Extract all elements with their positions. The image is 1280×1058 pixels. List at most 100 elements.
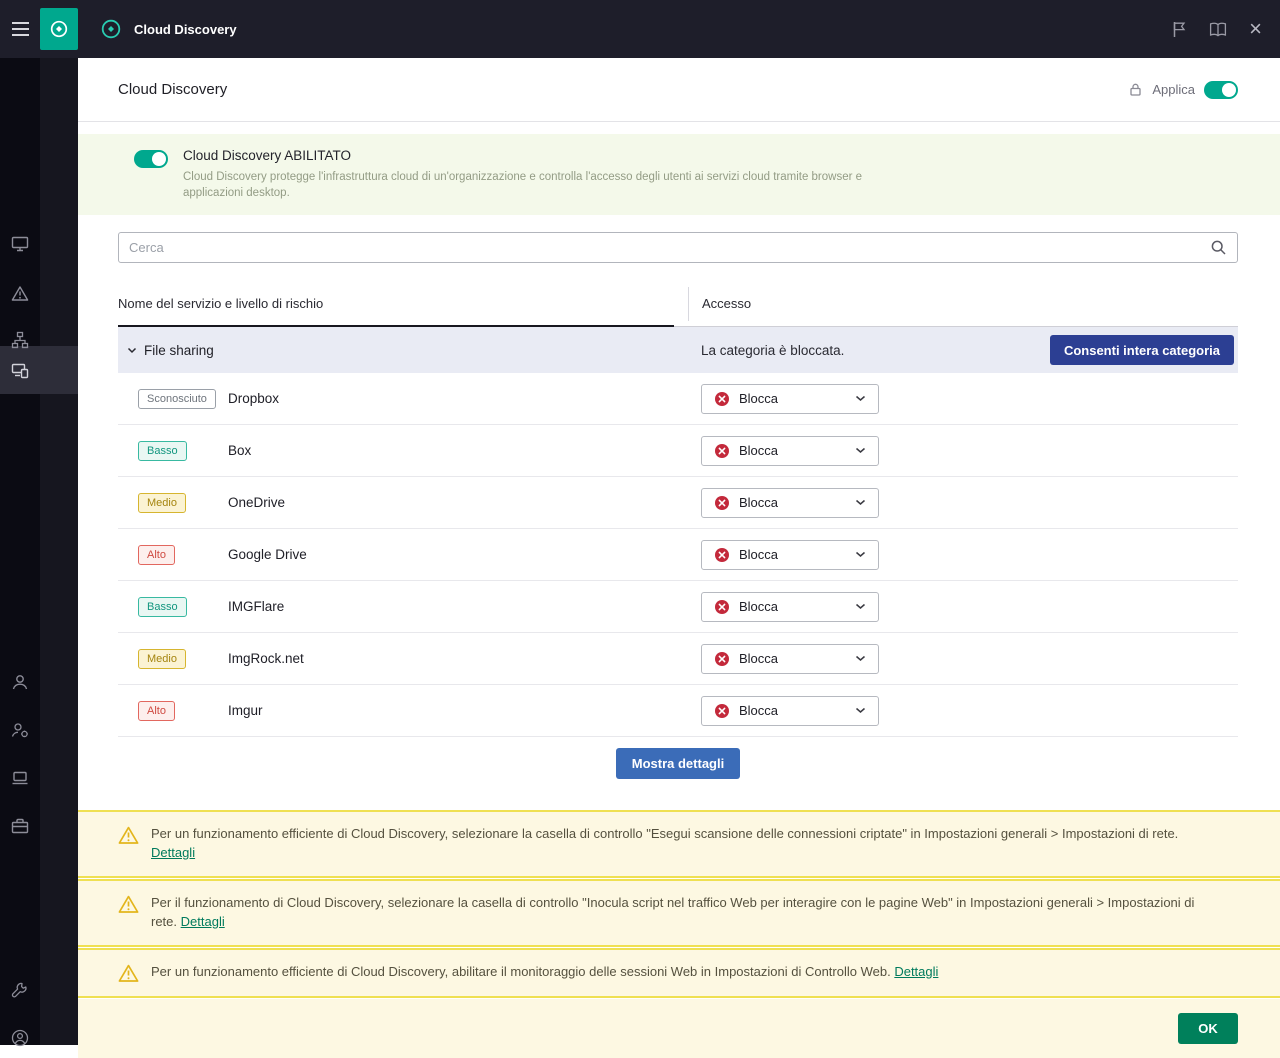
monitor-icon <box>11 236 29 252</box>
service-name: Google Drive <box>228 547 307 563</box>
sidebar-item-device-management[interactable] <box>0 758 40 798</box>
table-row: Medio OneDrive Blocca <box>118 477 1238 530</box>
access-select[interactable]: Blocca <box>701 591 879 622</box>
wrench-icon <box>11 982 27 998</box>
kaspersky-logo-icon <box>50 20 68 38</box>
sidebar-item-users[interactable] <box>0 662 40 702</box>
table-row: Medio ImgRock.net Blocca <box>118 633 1238 686</box>
sidebar <box>0 58 78 1047</box>
main-panel: Cloud Discovery Applica Cloud Discovery … <box>78 58 1280 1058</box>
block-icon <box>715 443 729 458</box>
access-value: Blocca <box>739 391 779 407</box>
help-book-icon[interactable] <box>1209 22 1227 37</box>
table-row: Sconosciuto Dropbox Blocca <box>118 373 1238 426</box>
access-select[interactable]: Blocca <box>701 695 879 726</box>
category-row: File sharing La categoria è bloccata. Co… <box>118 327 1238 374</box>
warning-banner: Per un funzionamento efficiente di Cloud… <box>78 947 1280 998</box>
access-value: Blocca <box>739 547 779 563</box>
details-link[interactable]: Dettagli <box>151 845 195 860</box>
allow-category-button[interactable]: Consenti intera categoria <box>1049 335 1234 366</box>
chevron-down-icon <box>856 604 865 610</box>
risk-badge: Basso <box>138 440 187 461</box>
table-row: Alto Google Drive Blocca <box>118 529 1238 582</box>
details-row: Mostra dettagli <box>118 737 1238 789</box>
search-icon[interactable] <box>1210 239 1227 256</box>
access-value: Blocca <box>739 703 779 719</box>
service-name: Imgur <box>228 703 263 719</box>
menu-icon[interactable] <box>0 0 40 58</box>
chevron-down-icon <box>856 708 865 714</box>
close-icon[interactable]: × <box>1249 18 1262 40</box>
service-name: Dropbox <box>228 391 280 407</box>
risk-badge: Alto <box>138 700 175 721</box>
table-header: Nome del servizio e livello di rischio A… <box>118 281 1238 328</box>
access-select[interactable]: Blocca <box>701 539 879 570</box>
apply-toggle[interactable] <box>1204 80 1238 99</box>
risk-badge: Basso <box>138 596 187 617</box>
warnings-section: Per un funzionamento efficiente di Cloud… <box>78 810 1280 998</box>
sidebar-item-devices[interactable] <box>0 350 40 390</box>
block-icon <box>715 703 729 718</box>
service-name: Box <box>228 443 252 459</box>
chevron-down-icon <box>856 396 865 402</box>
block-icon <box>715 651 729 666</box>
category-status: La categoria è bloccata. <box>701 342 845 358</box>
service-name: ImgRock.net <box>228 651 304 667</box>
details-link[interactable]: Dettagli <box>181 914 225 929</box>
details-link[interactable]: Dettagli <box>894 964 938 979</box>
warning-icon <box>118 826 139 845</box>
show-details-button[interactable]: Mostra dettagli <box>615 747 741 779</box>
column-header-access[interactable]: Accesso <box>688 286 1238 321</box>
sidebar-item-licenses[interactable] <box>0 806 40 846</box>
warning-text: Per il funzionamento di Cloud Discovery,… <box>151 894 1195 929</box>
column-header-service[interactable]: Nome del servizio e livello di rischio <box>118 281 688 328</box>
access-select[interactable]: Blocca <box>701 643 879 674</box>
service-name: IMGFlare <box>228 599 285 615</box>
chevron-down-icon <box>856 656 865 662</box>
sidebar-item-alerts[interactable] <box>0 274 40 314</box>
warning-banner: Per un funzionamento efficiente di Cloud… <box>78 810 1280 878</box>
feedback-flag-icon[interactable] <box>1172 21 1187 38</box>
chevron-down-icon <box>856 448 865 454</box>
risk-badge: Medio <box>138 648 186 669</box>
sidebar-item-settings[interactable] <box>0 970 40 1010</box>
devices-icon <box>11 363 29 379</box>
lock-icon <box>1130 83 1142 96</box>
table-row: Basso IMGFlare Blocca <box>118 581 1238 634</box>
access-value: Blocca <box>739 495 779 511</box>
apply-label: Applica <box>1152 82 1195 97</box>
block-icon <box>715 547 729 562</box>
banner-description: Cloud Discovery protegge l'infrastruttur… <box>183 171 863 200</box>
window-logo-icon <box>100 18 122 40</box>
category-toggle[interactable]: File sharing <box>118 343 688 358</box>
chevron-down-icon <box>856 500 865 506</box>
tree-icon <box>11 331 29 349</box>
search-bar <box>118 232 1238 264</box>
cloud-discovery-toggle[interactable] <box>134 150 168 168</box>
category-name: File sharing <box>144 342 214 358</box>
access-value: Blocca <box>739 599 779 615</box>
page-title: Cloud Discovery <box>118 81 228 98</box>
access-select[interactable]: Blocca <box>701 383 879 414</box>
ok-button[interactable]: OK <box>1178 1012 1238 1044</box>
user-icon <box>12 675 28 690</box>
access-select[interactable]: Blocca <box>701 435 879 466</box>
sidebar-item-monitoring[interactable] <box>0 224 40 264</box>
search-input[interactable] <box>129 240 1210 256</box>
services-table: Nome del servizio e livello di rischio A… <box>118 281 1238 789</box>
user-gear-icon <box>11 723 28 738</box>
enabled-banner: Cloud Discovery ABILITATO Cloud Discover… <box>78 134 1280 216</box>
warning-banner: Per il funzionamento di Cloud Discovery,… <box>78 878 1280 947</box>
sidebar-item-user-roles[interactable] <box>0 710 40 750</box>
page-header: Cloud Discovery Applica <box>78 58 1280 122</box>
access-value: Blocca <box>739 651 779 667</box>
block-icon <box>715 599 729 614</box>
warning-icon <box>118 895 139 913</box>
block-icon <box>715 391 729 406</box>
warning-text: Per un funzionamento efficiente di Cloud… <box>151 826 1179 842</box>
warning-icon <box>118 964 139 982</box>
app-logo-tile[interactable] <box>40 8 78 50</box>
user-circle-icon <box>11 1029 29 1047</box>
risk-badge: Sconosciuto <box>138 388 216 409</box>
access-select[interactable]: Blocca <box>701 487 879 518</box>
